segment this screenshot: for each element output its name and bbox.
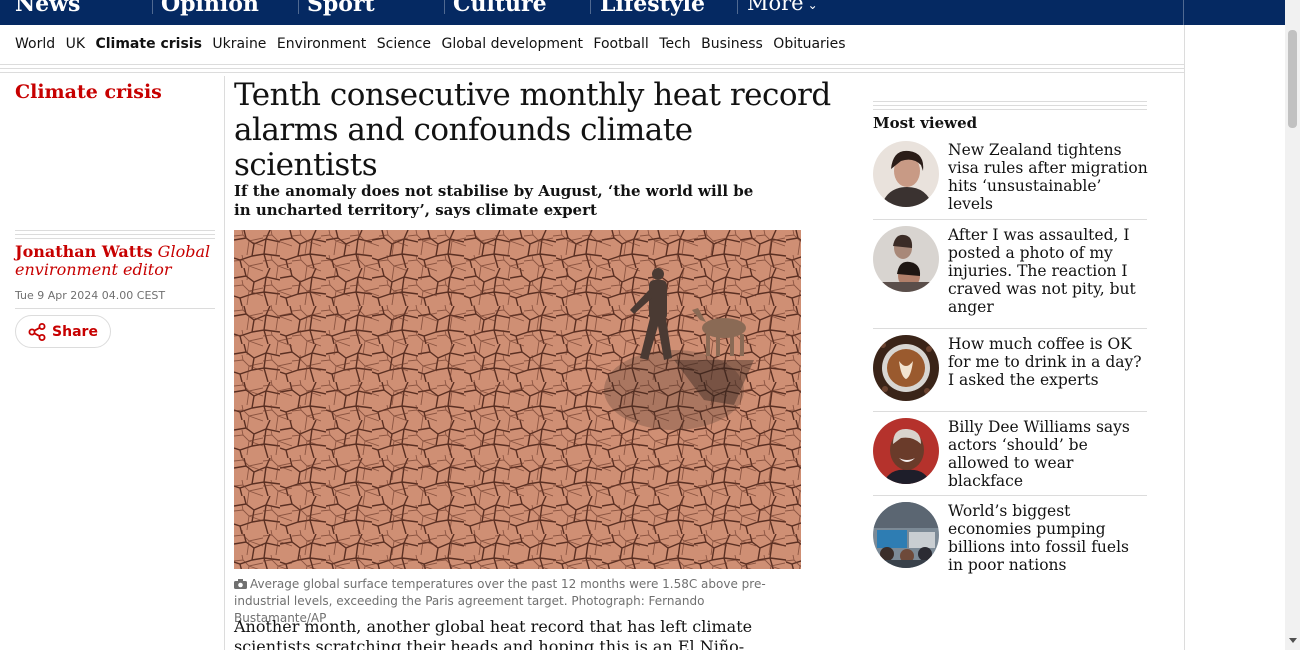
thumbnail-image: [873, 141, 939, 207]
article-headline: Tenth consecutive monthly heat record al…: [234, 77, 831, 183]
subnav-item-climate-crisis[interactable]: Climate crisis: [95, 36, 201, 52]
column-divider: [224, 76, 225, 650]
most-viewed-item[interactable]: Billy Dee Williams says actors ‘should’ …: [873, 418, 1148, 490]
list-divider: [873, 328, 1147, 329]
header-rule: [0, 64, 1184, 76]
most-viewed-item[interactable]: World’s biggest economies pumping billio…: [873, 502, 1148, 574]
share-icon: [28, 322, 46, 341]
byline-rule: [15, 230, 215, 240]
thumbnail-image: [873, 418, 939, 484]
subnav-item-business[interactable]: Business: [701, 36, 763, 52]
pillar-divider: [590, 0, 591, 14]
scrollbar-thumb[interactable]: [1288, 30, 1297, 128]
most-viewed-item[interactable]: How much coffee is OK for me to drink in…: [873, 335, 1147, 405]
more-menu-button[interactable]: More ⌄: [747, 0, 818, 15]
pillar-divider: [298, 0, 299, 14]
pillar-divider: [444, 0, 445, 14]
share-button[interactable]: Share: [15, 315, 111, 348]
subnav-item-uk[interactable]: UK: [66, 36, 85, 52]
cracked-earth-photo: [234, 230, 801, 569]
author-name[interactable]: Jonathan Watts: [15, 242, 153, 261]
page-edge-divider: [1184, 25, 1185, 650]
subnav-item-environment[interactable]: Environment: [277, 36, 366, 52]
camera-icon: [234, 579, 247, 589]
most-viewed-rule: [873, 101, 1147, 113]
publish-date[interactable]: Tue 9 Apr 2024 04.00 CEST: [15, 289, 165, 302]
subnav-item-tech[interactable]: Tech: [659, 36, 690, 52]
pillar-culture[interactable]: Culture: [453, 0, 547, 17]
article-body: Another month, another global heat recor…: [234, 617, 753, 650]
list-divider: [873, 495, 1147, 496]
subnav-item-world[interactable]: World: [15, 36, 55, 52]
most-viewed-title[interactable]: World’s biggest economies pumping billio…: [948, 502, 1148, 574]
share-label: Share: [52, 323, 98, 340]
subnav-item-football[interactable]: Football: [593, 36, 648, 52]
thumbnail-image: [873, 502, 939, 568]
pillar-divider: [737, 0, 738, 14]
date-rule: [15, 308, 215, 309]
most-viewed-title[interactable]: How much coffee is OK for me to drink in…: [948, 335, 1148, 389]
section-subnav: World UK Climate crisis Ukraine Environm…: [15, 36, 852, 56]
pillar-divider: [152, 0, 153, 14]
list-divider: [873, 219, 1147, 220]
thumbnail-image: [873, 335, 939, 401]
pillar-nav: News Opinion Sport Culture Lifestyle Mor…: [0, 0, 1285, 25]
subnav-item-ukraine[interactable]: Ukraine: [212, 36, 266, 52]
chevron-down-icon: ⌄: [807, 0, 818, 12]
list-divider: [873, 411, 1147, 412]
nav-edge-divider: [1183, 0, 1184, 25]
most-viewed-title[interactable]: Billy Dee Williams says actors ‘should’ …: [948, 418, 1148, 490]
pillar-opinion[interactable]: Opinion: [161, 0, 259, 17]
section-label[interactable]: Climate crisis: [15, 81, 162, 103]
most-viewed-item[interactable]: After I was assaulted, I posted a photo …: [873, 226, 1147, 321]
pillar-lifestyle[interactable]: Lifestyle: [600, 0, 705, 17]
scroll-down-arrow-icon[interactable]: [1289, 638, 1297, 643]
most-viewed-item[interactable]: New Zealand tightens visa rules after mi…: [873, 141, 1148, 213]
hero-image[interactable]: [234, 230, 801, 569]
most-viewed-title[interactable]: After I was assaulted, I posted a photo …: [948, 226, 1148, 316]
article-standfirst: If the anomaly does not stabilise by Aug…: [234, 182, 754, 219]
subnav-item-science[interactable]: Science: [377, 36, 431, 52]
more-label: More: [747, 0, 804, 15]
most-viewed-heading: Most viewed: [873, 114, 978, 132]
pillar-news[interactable]: News: [15, 0, 80, 17]
pillar-sport[interactable]: Sport: [307, 0, 375, 17]
subnav-item-obituaries[interactable]: Obituaries: [773, 36, 845, 52]
thumbnail-image: [873, 226, 939, 292]
byline: Jonathan Watts Global environment editor: [15, 243, 215, 279]
subnav-item-global-development[interactable]: Global development: [441, 36, 582, 52]
most-viewed-title[interactable]: New Zealand tightens visa rules after mi…: [948, 141, 1148, 213]
vertical-scrollbar[interactable]: [1285, 0, 1300, 650]
